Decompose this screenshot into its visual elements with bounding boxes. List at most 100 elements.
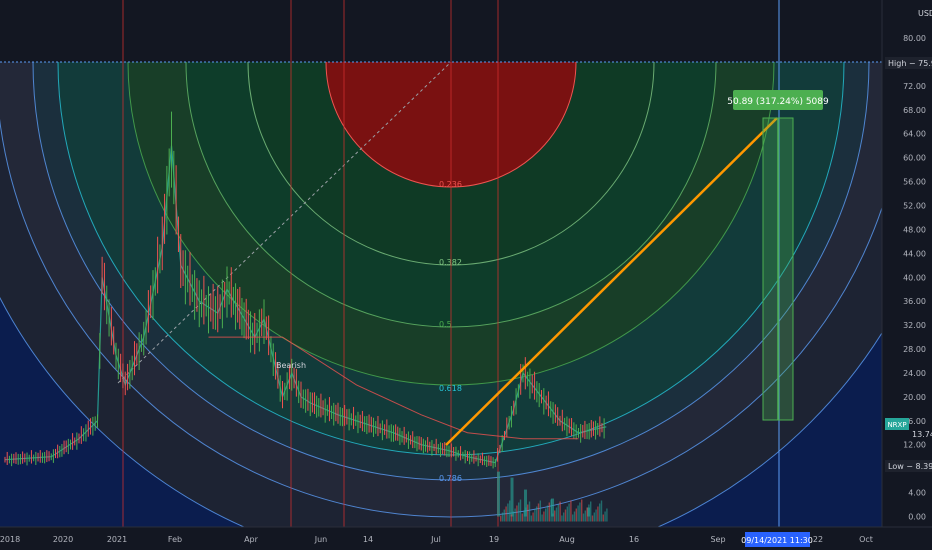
x-tick-label: 16 [629, 535, 639, 544]
volume-bar [602, 514, 604, 522]
volume-bar [572, 514, 574, 522]
y-axis-unit: USD [918, 9, 932, 18]
volume-bar [577, 505, 579, 522]
x-tick-label: Feb [168, 535, 182, 544]
volume-bar [509, 500, 511, 522]
volume-bar [521, 513, 523, 522]
volume-bar [518, 502, 520, 522]
x-tick-label: 14 [363, 535, 373, 544]
volume-bar [599, 503, 601, 522]
fib-label: 0.382 [439, 258, 462, 267]
volume-bar [564, 509, 567, 522]
y-tick-label: 0.00 [908, 513, 926, 522]
y-tick-label: 32.00 [903, 321, 926, 330]
last-price-label: 13.74 [912, 430, 932, 439]
volume-bar [593, 512, 595, 522]
y-tick-label: 20.00 [903, 393, 926, 402]
volume-bar [557, 504, 559, 522]
fib-label: 0.618 [439, 384, 462, 393]
volume-bar [563, 512, 565, 522]
volume-bar [606, 508, 608, 522]
low-tag-text: Low − 8.39 [888, 462, 932, 471]
x-tick-label: 19 [489, 535, 499, 544]
volume-bar [600, 500, 603, 522]
x-tick-label: Apr [244, 535, 259, 544]
volume-bar [545, 508, 547, 522]
y-tick-label: 36.00 [903, 297, 926, 306]
fib-label: 0.236 [439, 180, 462, 189]
volume-bar [559, 501, 561, 522]
y-tick-label: 24.00 [903, 369, 926, 378]
volume-bar [503, 509, 505, 522]
hover-date-text: 09/14/2021 11:30 [741, 536, 813, 545]
grid [0, 0, 882, 63]
measure-label: 50.89 (317.24%) 5089 [727, 97, 829, 107]
volume-bar [584, 510, 586, 522]
volume-bar [566, 506, 568, 522]
x-tick-label: 2020 [53, 535, 73, 544]
x-axis[interactable]: 2018 2020 2021 Feb Apr Jun 14 Jul 19 Aug 16 Sep 22 Oc… [0, 526, 932, 550]
volume-bar [595, 509, 597, 522]
volume-bar [597, 506, 599, 522]
y-tick-label: 12.00 [903, 441, 926, 450]
volume-bar [588, 504, 590, 522]
top-strip [0, 0, 882, 62]
y-tick-label: 4.00 [908, 489, 926, 498]
y-tick-label: 68.00 [903, 106, 926, 115]
volume-bar [579, 502, 581, 522]
volume-bar [573, 511, 576, 522]
x-tick-label: Aug [559, 535, 575, 544]
volume-bar [534, 509, 536, 522]
volume-bar [561, 515, 563, 522]
y-tick-label: 56.00 [903, 178, 926, 187]
volume-bar [591, 515, 594, 522]
y-tick-label: 64.00 [903, 130, 926, 139]
y-tick-label: 52.00 [903, 201, 926, 210]
x-tick-label: Oct [859, 535, 873, 544]
x-tick-label: Jun [314, 535, 328, 544]
volume-bar [516, 505, 518, 522]
volume-bar [528, 501, 531, 522]
volume-bar [527, 504, 529, 522]
x-tick-label: 2018 [0, 535, 20, 544]
y-tick-label: 48.00 [903, 225, 926, 234]
volume-bar [537, 503, 540, 522]
x-tick-label: 2021 [107, 535, 127, 544]
volume-bar [525, 507, 527, 522]
y-tick-label: 44.00 [903, 249, 926, 258]
y-tick-label: 40.00 [903, 273, 926, 282]
volume-bar [532, 512, 534, 522]
volume-bar [555, 507, 558, 522]
volume-bar [510, 514, 513, 522]
price-chart[interactable]: 0.236 0.382 0.5 0.618 0.786 50.89 (317.24%) … [0, 0, 932, 550]
volume-bar [548, 502, 550, 522]
volume-bar [541, 514, 543, 522]
volume-bar [530, 515, 532, 522]
volume-bar [604, 511, 606, 522]
volume-bar [550, 499, 552, 522]
y-tick-label: 80.00 [903, 34, 926, 43]
volume-bar [586, 507, 588, 522]
volume-bar [590, 501, 592, 522]
volume-bar [554, 510, 556, 522]
volume-bar [581, 499, 583, 522]
volume-bar [543, 511, 545, 522]
y-tick-label: 28.00 [903, 345, 926, 354]
y-axis[interactable]: USD 80.00 72.00 68.00 64.00 60.00 56.00 52.00 48… [881, 0, 932, 550]
fib-label: 0.5 [439, 320, 452, 329]
volume-bar [497, 471, 500, 517]
x-tick-label: Jul [430, 535, 441, 544]
volume-bar [582, 513, 585, 522]
y-tick-label: 60.00 [903, 154, 926, 163]
volume-bar [568, 503, 570, 522]
volume-bar [507, 503, 509, 522]
volume-bar [536, 506, 538, 522]
volume-bar [552, 513, 554, 522]
volume-bar [510, 477, 514, 517]
volume-bar [519, 499, 522, 522]
volume-bar [505, 506, 507, 522]
volume-bar [500, 515, 502, 522]
volume-bar [539, 500, 541, 522]
volume-bar [501, 512, 504, 522]
volume-bar [523, 510, 525, 522]
